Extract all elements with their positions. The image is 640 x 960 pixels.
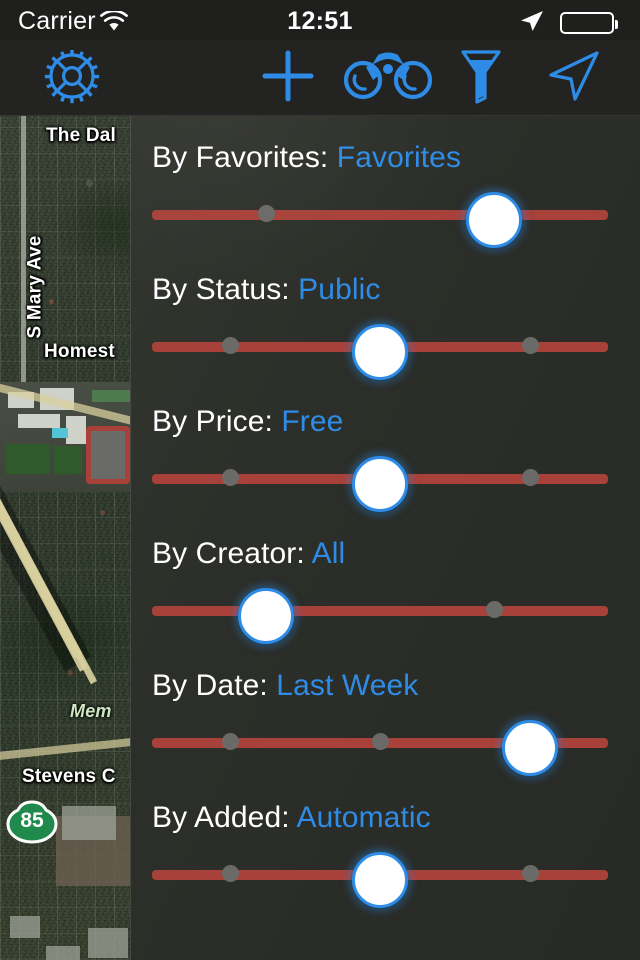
filter-label-text: By Status: xyxy=(152,273,299,306)
filter-value-text: Last Week xyxy=(276,669,419,702)
slider-thumb[interactable] xyxy=(502,720,559,776)
filter-label-text: By Favorites: xyxy=(152,141,337,174)
binoculars-icon xyxy=(342,51,434,106)
slider-thumb[interactable] xyxy=(352,456,408,512)
filter-slider[interactable] xyxy=(152,588,608,644)
filter-value-text: Automatic xyxy=(296,801,431,834)
search-button[interactable] xyxy=(334,40,442,116)
slider-tick xyxy=(221,469,239,486)
filter-label-text: By Date: xyxy=(152,669,277,702)
filter-value-text: Free xyxy=(281,405,344,438)
plus-icon xyxy=(262,50,314,107)
slider-tick xyxy=(486,601,503,618)
filter-value-text: Favorites xyxy=(336,141,462,174)
filter-label-text: By Price: xyxy=(152,405,282,438)
locate-button[interactable] xyxy=(536,40,612,116)
filter-row-label: By Price: Free xyxy=(152,405,343,439)
slider-tick xyxy=(372,733,389,750)
filter-value-text: All xyxy=(311,537,346,570)
filter-row-label: By Status: Public xyxy=(152,273,380,307)
map-label-s-mary-ave: S Mary Ave xyxy=(24,235,46,339)
filter-panel: By Favorites: Favorites By Status: Public… xyxy=(130,116,640,960)
map-school-complex xyxy=(0,382,135,492)
filter-label-text: By Creator: xyxy=(152,537,312,570)
slider-thumb[interactable] xyxy=(352,852,408,908)
filter-label-text: By Added: xyxy=(152,801,297,834)
slider-track[interactable] xyxy=(152,606,608,616)
slider-tick xyxy=(221,337,239,354)
gear-icon xyxy=(43,47,101,110)
app-screen: The Dal S Mary Ave Homest Mem Stevens C … xyxy=(0,0,640,960)
filter-slider[interactable] xyxy=(152,456,608,512)
slider-thumb[interactable] xyxy=(466,192,522,248)
filter-slider[interactable] xyxy=(152,192,608,248)
nav-bar xyxy=(0,40,640,116)
settings-button[interactable] xyxy=(36,40,108,116)
location-arrow-icon xyxy=(520,10,544,37)
slider-track[interactable] xyxy=(152,210,608,220)
map-label-homestead: Homest xyxy=(44,341,115,362)
battery-icon xyxy=(560,12,618,34)
filter-value-text: Public xyxy=(298,273,381,306)
slider-tick xyxy=(221,865,239,882)
filter-slider[interactable] xyxy=(152,324,608,380)
filter-row-label: By Added: Automatic xyxy=(152,801,431,835)
map-highway-shield-85: 85 xyxy=(6,800,58,844)
navigation-arrow-icon xyxy=(547,50,601,107)
add-button[interactable] xyxy=(252,40,324,116)
slider-thumb[interactable] xyxy=(352,324,408,380)
funnel-icon xyxy=(459,48,503,109)
filter-slider[interactable] xyxy=(152,720,608,776)
clock-time: 12:51 xyxy=(287,7,353,35)
highway-shield-number: 85 xyxy=(20,809,44,832)
filter-slider[interactable] xyxy=(152,852,608,908)
filter-button[interactable] xyxy=(448,40,514,116)
filter-row-label: By Favorites: Favorites xyxy=(152,141,461,175)
map-label-the-dalles: The Dal xyxy=(46,125,117,146)
status-bar: Carrier 12:51 xyxy=(0,0,640,40)
map-label-memorial: Mem xyxy=(70,701,112,721)
slider-tick xyxy=(221,733,239,750)
filter-row-label: By Date: Last Week xyxy=(152,669,418,703)
slider-thumb[interactable] xyxy=(238,588,294,644)
slider-tick xyxy=(258,205,275,222)
filter-row-label: By Creator: All xyxy=(152,537,345,571)
map-label-stevens-creek: Stevens C xyxy=(22,766,116,787)
